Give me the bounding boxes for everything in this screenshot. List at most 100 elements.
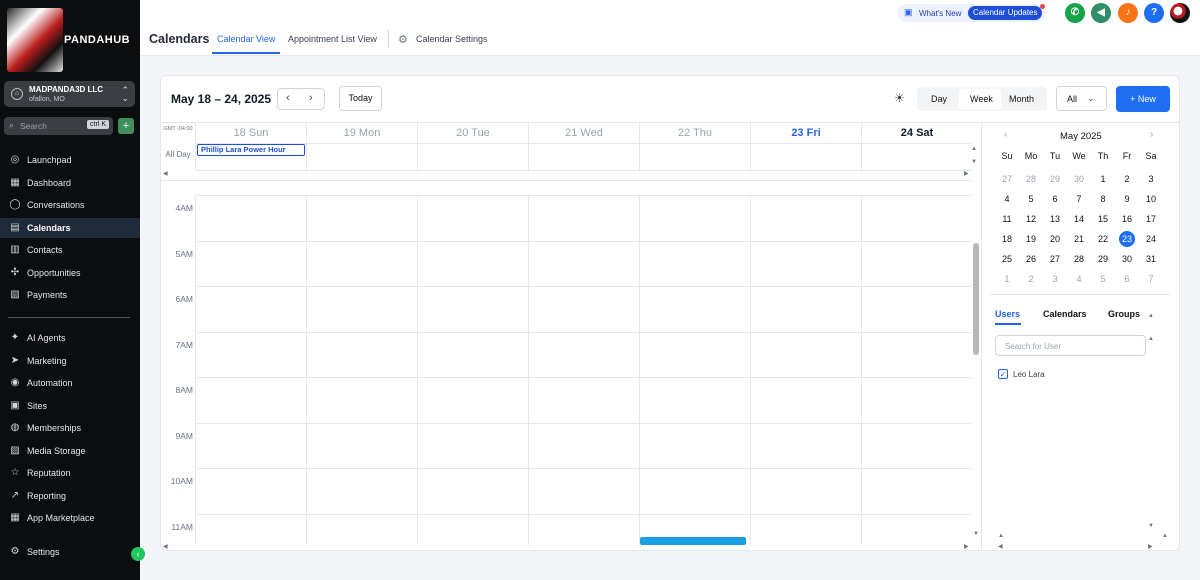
today-button[interactable]: Today bbox=[339, 86, 382, 111]
hour-row[interactable] bbox=[195, 240, 972, 242]
hour-row[interactable] bbox=[195, 377, 972, 378]
hour-row[interactable] bbox=[195, 286, 972, 287]
sidebar-item-calendars[interactable]: ▤ Calendars bbox=[0, 217, 140, 238]
timed-event[interactable] bbox=[640, 537, 746, 545]
tab-calendar-settings[interactable]: Calendar Settings bbox=[416, 34, 488, 44]
mini-calendar-day[interactable]: 27 bbox=[1045, 251, 1065, 267]
mini-calendar-day[interactable]: 11 bbox=[997, 211, 1017, 227]
scroll-up-icon[interactable]: ▲ bbox=[1162, 533, 1168, 539]
sidebar-item-reporting[interactable]: ↗ Reporting bbox=[0, 486, 140, 506]
phone-button[interactable]: ✆ bbox=[1065, 3, 1085, 23]
sidebar-item-marketing[interactable]: ➤ Marketing bbox=[0, 351, 140, 371]
mini-calendar-day[interactable]: 16 bbox=[1117, 211, 1137, 227]
tab-groups[interactable]: Groups bbox=[1108, 309, 1140, 319]
mini-calendar-day[interactable]: 8 bbox=[1093, 191, 1113, 207]
sidebar-item-app-marketplace[interactable]: ▦ App Marketplace bbox=[0, 508, 140, 528]
allday-cell[interactable] bbox=[417, 144, 528, 170]
chevron-right-icon[interactable]: › bbox=[1150, 129, 1153, 140]
vertical-scrollbar[interactable] bbox=[973, 243, 979, 355]
day-header[interactable]: 22 Thu bbox=[639, 123, 750, 143]
mini-calendar-day[interactable]: 7 bbox=[1141, 271, 1161, 287]
mini-calendar-day[interactable]: 1 bbox=[997, 271, 1017, 287]
day-header[interactable]: 18 Sun bbox=[195, 123, 306, 143]
mini-calendar-day[interactable]: 4 bbox=[1069, 271, 1089, 287]
hour-row[interactable] bbox=[195, 468, 972, 469]
scroll-right-icon[interactable]: ▶ bbox=[1148, 543, 1153, 550]
new-button[interactable]: + New bbox=[1116, 86, 1170, 112]
hour-row[interactable] bbox=[195, 331, 972, 333]
mini-calendar-day[interactable]: 29 bbox=[1045, 171, 1065, 187]
mini-calendar-day[interactable]: 21 bbox=[1069, 231, 1089, 247]
chevron-right-icon[interactable]: › bbox=[309, 92, 313, 104]
sidebar-item-contacts[interactable]: ▥ Contacts bbox=[0, 240, 140, 260]
user-checkbox[interactable]: ✓ bbox=[998, 369, 1008, 379]
mini-calendar-day[interactable]: 5 bbox=[1093, 271, 1113, 287]
mini-calendar-day[interactable]: 4 bbox=[997, 191, 1017, 207]
mini-calendar-day[interactable]: 15 bbox=[1093, 211, 1113, 227]
scroll-up-icon[interactable]: ▲ bbox=[998, 533, 1004, 539]
mini-calendar-day[interactable]: 3 bbox=[1045, 271, 1065, 287]
sidebar-item-memberships[interactable]: ◍ Memberships bbox=[0, 418, 140, 438]
mini-calendar-day[interactable]: 25 bbox=[997, 251, 1017, 267]
user-search-input[interactable]: Search for User bbox=[995, 335, 1146, 356]
mini-calendar-day[interactable]: 24 bbox=[1141, 231, 1161, 247]
mini-calendar-day[interactable]: 7 bbox=[1069, 191, 1089, 207]
avatar[interactable] bbox=[1170, 3, 1190, 23]
mini-calendar-day[interactable]: 31 bbox=[1141, 251, 1161, 267]
mini-calendar-day[interactable]: 27 bbox=[997, 171, 1017, 187]
view-month-button[interactable]: Month bbox=[1009, 94, 1034, 104]
hour-row[interactable] bbox=[195, 422, 972, 424]
mini-calendar-day[interactable]: 1 bbox=[1093, 171, 1113, 187]
chevron-left-icon[interactable]: ‹ bbox=[1004, 129, 1007, 140]
scroll-right-icon[interactable]: ▶ bbox=[964, 170, 969, 177]
mini-calendar-day[interactable]: 2 bbox=[1021, 271, 1041, 287]
mini-calendar-day[interactable]: 10 bbox=[1141, 191, 1161, 207]
allday-cell[interactable] bbox=[306, 144, 417, 170]
scroll-left-icon[interactable]: ◀ bbox=[163, 170, 168, 177]
whats-new-button[interactable]: ▣ What's New Calendar Updates bbox=[897, 4, 1045, 22]
mini-calendar-day[interactable]: 22 bbox=[1093, 231, 1113, 247]
notifications-button[interactable]: ♪ bbox=[1118, 3, 1138, 23]
sidebar-item-settings[interactable]: ⚙ Settings bbox=[0, 542, 140, 562]
mini-calendar-day[interactable]: 30 bbox=[1117, 251, 1137, 267]
view-week-button[interactable]: Week bbox=[970, 94, 993, 104]
sidebar-item-launchpad[interactable]: ◎ Launchpad bbox=[0, 150, 140, 170]
filter-select[interactable]: All ⌄ bbox=[1056, 86, 1107, 111]
mini-calendar-day[interactable]: 28 bbox=[1069, 251, 1089, 267]
sidebar-item-sites[interactable]: ▣ Sites bbox=[0, 396, 140, 416]
sidebar-item-reputation[interactable]: ☆ Reputation bbox=[0, 463, 140, 483]
brand-logo[interactable] bbox=[7, 8, 63, 72]
mini-calendar-day[interactable]: 6 bbox=[1117, 271, 1137, 287]
scroll-up-icon[interactable]: ▲ bbox=[971, 146, 977, 152]
mini-calendar-day[interactable]: 2 bbox=[1117, 171, 1137, 187]
quick-add-button[interactable]: + bbox=[118, 118, 134, 134]
sidebar-item-dashboard[interactable]: ▦ Dashboard bbox=[0, 173, 140, 193]
lightbulb-icon[interactable]: ☀ bbox=[894, 91, 905, 105]
help-button[interactable]: ? bbox=[1144, 3, 1164, 23]
megaphone-button[interactable]: ◀ bbox=[1091, 3, 1111, 23]
mini-calendar-day[interactable]: 20 bbox=[1045, 231, 1065, 247]
sidebar-item-opportunities[interactable]: ✣ Opportunities bbox=[0, 263, 140, 283]
mini-calendar-day[interactable]: 14 bbox=[1069, 211, 1089, 227]
mini-calendar-day[interactable]: 19 bbox=[1021, 231, 1041, 247]
allday-cell[interactable] bbox=[861, 144, 972, 170]
hour-row[interactable] bbox=[195, 513, 972, 515]
allday-cell[interactable] bbox=[639, 144, 750, 170]
tab-users[interactable]: Users bbox=[995, 309, 1020, 319]
mini-calendar-day[interactable]: 12 bbox=[1021, 211, 1041, 227]
mini-calendar-day[interactable]: 17 bbox=[1141, 211, 1161, 227]
mini-calendar-day[interactable]: 5 bbox=[1021, 191, 1041, 207]
mini-calendar-day[interactable]: 9 bbox=[1117, 191, 1137, 207]
allday-cell[interactable] bbox=[750, 144, 861, 170]
mini-calendar-day[interactable]: 18 bbox=[997, 231, 1017, 247]
sidebar-item-ai-agents[interactable]: ✦ AI Agents bbox=[0, 328, 140, 348]
scroll-down-icon[interactable]: ▼ bbox=[971, 159, 977, 165]
scroll-up-icon[interactable]: ▲ bbox=[1148, 313, 1154, 319]
mini-calendar-selected-day[interactable]: 23 bbox=[1119, 231, 1135, 247]
mini-calendar-day[interactable]: 30 bbox=[1069, 171, 1089, 187]
tab-calendars[interactable]: Calendars bbox=[1043, 309, 1087, 319]
view-day-button[interactable]: Day bbox=[931, 94, 947, 104]
scroll-left-icon[interactable]: ◀ bbox=[998, 543, 1003, 550]
scroll-left-icon[interactable]: ◀ bbox=[163, 543, 168, 550]
mini-calendar-day[interactable]: 26 bbox=[1021, 251, 1041, 267]
